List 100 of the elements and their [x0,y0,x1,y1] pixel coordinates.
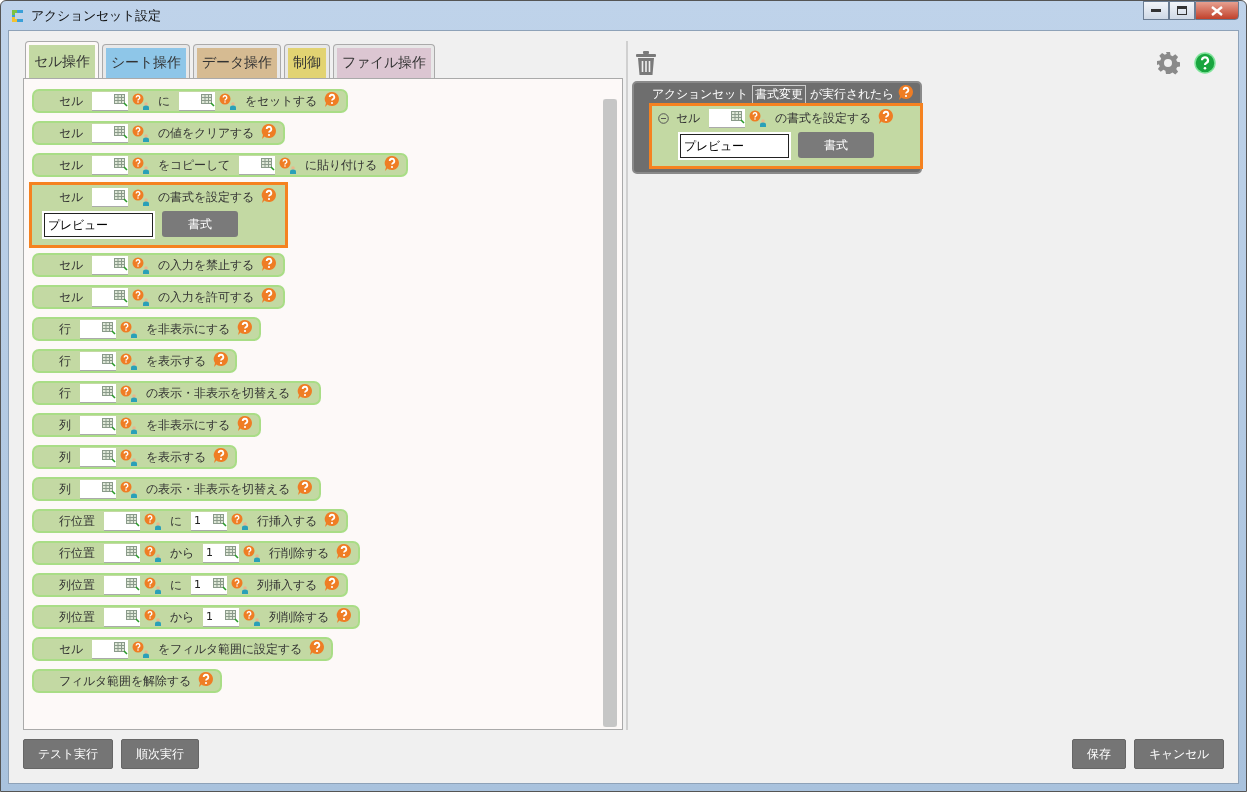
help-person-icon[interactable] [132,188,151,206]
cell-input[interactable] [104,511,140,531]
grid-icon[interactable] [102,386,116,399]
palette-tab[interactable]: シート操作 [102,44,190,78]
help-person-icon[interactable] [132,288,151,306]
cell-input[interactable]: 1 [203,543,239,563]
help-person-icon[interactable] [144,544,163,562]
help-person-icon[interactable] [243,544,262,562]
grid-icon[interactable] [114,126,128,139]
help-person-icon[interactable] [132,92,151,110]
grid-icon[interactable] [114,94,128,107]
palette-tab[interactable]: ファイル操作 [333,44,435,78]
cell-input[interactable] [92,287,128,307]
grid-icon[interactable] [126,610,140,623]
cell-input[interactable] [92,639,128,659]
cell-input[interactable] [92,255,128,275]
action-set-name[interactable]: 書式変更 [752,85,806,104]
help-person-icon[interactable] [132,640,151,658]
cell-input[interactable] [92,91,128,111]
help-bubble-icon[interactable] [261,254,277,272]
help-person-icon[interactable] [279,156,298,174]
cell-input[interactable] [179,91,215,111]
help-bubble-icon[interactable] [878,107,894,125]
cell-input[interactable] [239,155,275,175]
palette-tab[interactable]: 制御 [284,44,330,78]
cell-input[interactable] [92,123,128,143]
help-bubble-icon[interactable] [336,606,352,624]
help-person-icon[interactable] [219,92,238,110]
preview-field[interactable]: プレビュー [680,134,789,158]
preview-field[interactable]: プレビュー [44,213,153,237]
grid-icon[interactable] [102,482,116,495]
grid-icon[interactable] [126,546,140,559]
run-button[interactable]: テスト実行 [23,739,113,769]
help-bubble-icon[interactable] [213,350,229,368]
cell-input[interactable]: 1 [191,575,227,595]
palette-tab[interactable]: データ操作 [193,44,281,78]
help-person-icon[interactable] [144,576,163,594]
cell-input[interactable] [104,575,140,595]
help-bubble-icon[interactable] [237,414,253,432]
action-block[interactable]: 列位置 から 1 列削除する [32,605,360,629]
help-person-icon[interactable] [231,576,250,594]
help-bubble-icon[interactable] [261,122,277,140]
cell-input[interactable] [80,383,116,403]
help-person-icon[interactable] [120,320,139,338]
help-bubble-icon[interactable] [261,286,277,304]
palette-tab[interactable]: セル操作 [25,41,99,78]
action-block[interactable]: セル に をセットする [32,89,348,113]
help-bubble-icon[interactable] [237,318,253,336]
settings-icon[interactable] [1156,51,1180,75]
help-bubble-icon[interactable] [297,382,313,400]
action-block[interactable]: 行 の表示・非表示を切替える [32,381,321,405]
trash-icon[interactable] [635,51,657,75]
grid-icon[interactable] [102,322,116,335]
help-person-icon[interactable] [231,512,250,530]
grid-icon[interactable] [102,450,116,463]
help-person-icon[interactable] [144,512,163,530]
help-person-icon[interactable] [120,448,139,466]
action-block[interactable]: 列位置 に 1 列挿入する [32,573,348,597]
grid-icon[interactable] [225,610,239,623]
help-person-icon[interactable] [144,608,163,626]
help-bubble-icon[interactable] [324,90,340,108]
grid-icon[interactable] [114,258,128,271]
cell-input[interactable] [80,447,116,467]
scrollbar-thumb[interactable] [603,99,617,727]
grid-icon[interactable] [225,546,239,559]
cell-input[interactable] [80,351,116,371]
help-person-icon[interactable] [120,416,139,434]
help-bubble-icon[interactable] [324,510,340,528]
action-block[interactable]: セル の値をクリアする [32,121,285,145]
cell-input[interactable] [80,415,116,435]
format-button[interactable]: 書式 [798,132,874,158]
action-block[interactable]: 行 を非表示にする [32,317,261,341]
grid-icon[interactable] [126,578,140,591]
grid-icon[interactable] [731,111,745,124]
help-bubble-icon[interactable] [198,670,214,688]
minimize-icon[interactable] [1151,8,1161,13]
action-block[interactable]: 列 を非表示にする [32,413,261,437]
help-person-icon[interactable] [132,124,151,142]
help-person-icon[interactable] [749,109,768,127]
help-bubble-icon[interactable] [297,478,313,496]
cell-input[interactable] [80,319,116,339]
cell-input[interactable] [80,479,116,499]
action-block[interactable]: セル の書式を設定する プレビュー 書式 [652,106,920,166]
action-block[interactable]: 行位置 に 1 行挿入する [32,509,348,533]
help-person-icon[interactable] [132,156,151,174]
help-person-icon[interactable] [120,480,139,498]
help-person-icon[interactable] [120,384,139,402]
help-person-icon[interactable] [120,352,139,370]
action-block[interactable]: セル の入力を許可する [32,285,285,309]
action-block[interactable]: 列 を表示する [32,445,237,469]
grid-icon[interactable] [126,514,140,527]
grid-icon[interactable] [102,418,116,431]
cell-input[interactable]: 1 [191,511,227,531]
help-icon[interactable] [1194,52,1216,74]
cell-input[interactable] [709,108,745,128]
action-block[interactable]: 行 を表示する [32,349,237,373]
action-block[interactable]: フィルタ範囲を解除する [32,669,222,693]
grid-icon[interactable] [261,158,275,171]
grid-icon[interactable] [114,190,128,203]
cell-input[interactable] [104,543,140,563]
